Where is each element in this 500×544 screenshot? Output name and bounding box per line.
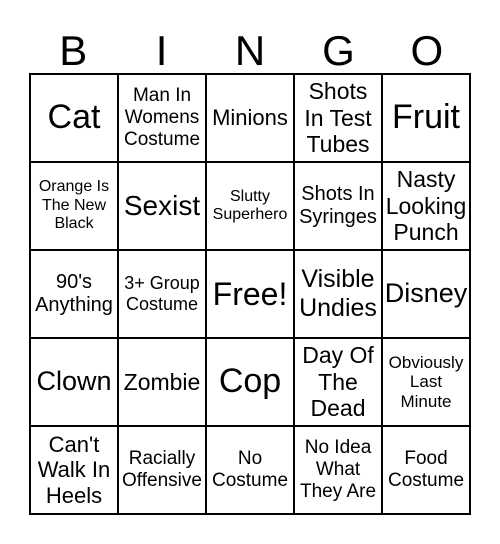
- bingo-cell[interactable]: Sexist: [118, 162, 206, 250]
- bingo-cell[interactable]: Disney: [382, 250, 470, 338]
- bingo-cell[interactable]: Racially Offensive: [118, 426, 206, 514]
- bingo-header: B I N G O: [29, 28, 471, 73]
- bingo-cell[interactable]: Visible Undies: [294, 250, 382, 338]
- bingo-cell[interactable]: 3+ Group Costume: [118, 250, 206, 338]
- free-space-cell[interactable]: Free!: [206, 250, 294, 338]
- bingo-cell[interactable]: Cop: [206, 338, 294, 426]
- bingo-grid: Cat Man In Womens Costume Minions Shots …: [29, 73, 471, 515]
- bingo-cell[interactable]: Nasty Looking Punch: [382, 162, 470, 250]
- bingo-cell[interactable]: Clown: [30, 338, 118, 426]
- bingo-cell[interactable]: No Idea What They Are: [294, 426, 382, 514]
- bingo-cell[interactable]: Obviously Last Minute: [382, 338, 470, 426]
- header-letter-b: B: [59, 27, 88, 74]
- bingo-cell[interactable]: Minions: [206, 74, 294, 162]
- bingo-cell[interactable]: No Costume: [206, 426, 294, 514]
- bingo-cell[interactable]: Zombie: [118, 338, 206, 426]
- header-letter-o: O: [410, 27, 444, 74]
- bingo-cell[interactable]: Man In Womens Costume: [118, 74, 206, 162]
- bingo-cell[interactable]: Can't Walk In Heels: [30, 426, 118, 514]
- bingo-cell[interactable]: Food Costume: [382, 426, 470, 514]
- header-letter-i: I: [155, 27, 168, 74]
- bingo-cell[interactable]: Cat: [30, 74, 118, 162]
- bingo-cell[interactable]: Fruit: [382, 74, 470, 162]
- bingo-cell[interactable]: Orange Is The New Black: [30, 162, 118, 250]
- bingo-cell[interactable]: Day Of The Dead: [294, 338, 382, 426]
- header-letter-n: N: [234, 27, 266, 74]
- header-letter-g: G: [322, 27, 355, 74]
- bingo-cell[interactable]: 90's Anything: [30, 250, 118, 338]
- bingo-cell[interactable]: Shots In Test Tubes: [294, 74, 382, 162]
- bingo-cell[interactable]: Slutty Superhero: [206, 162, 294, 250]
- bingo-cell[interactable]: Shots In Syringes: [294, 162, 382, 250]
